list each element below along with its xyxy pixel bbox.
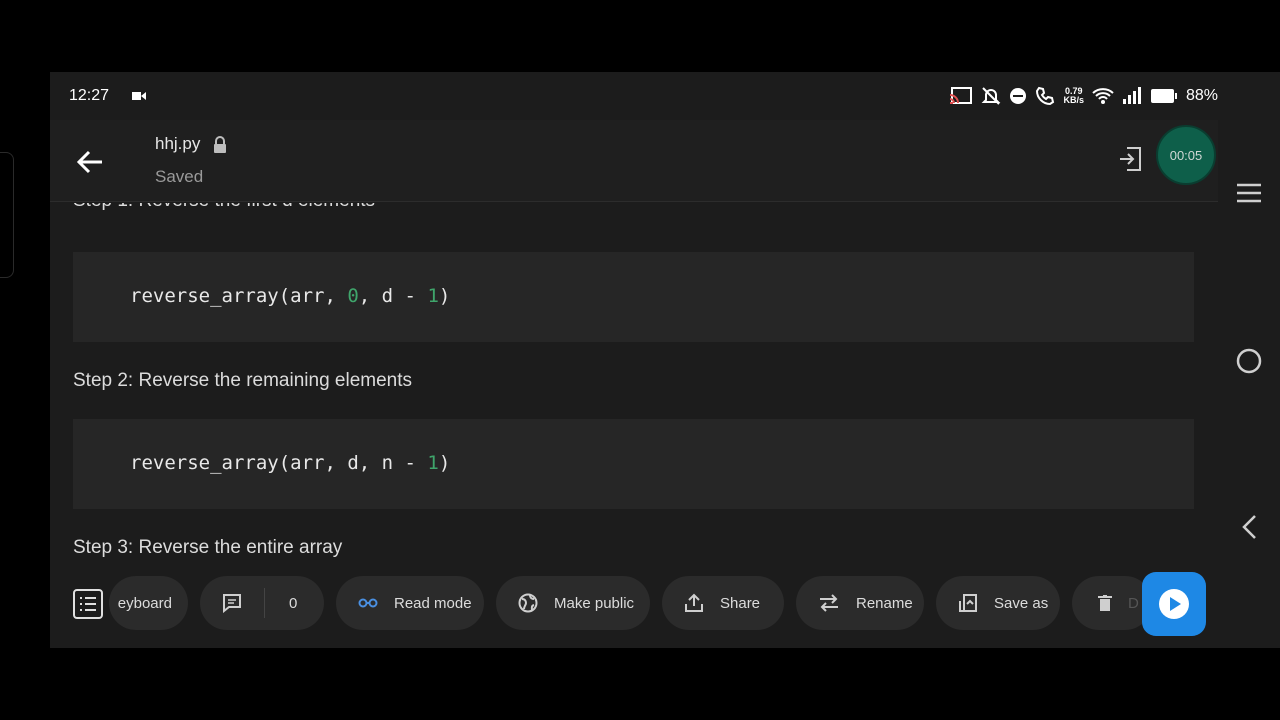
comments-button[interactable]: 0 <box>200 576 324 630</box>
rename-label: Rename <box>856 594 913 612</box>
save-as-label: Save as <box>994 594 1049 612</box>
code-number: 1 <box>427 452 439 474</box>
code-text: ) <box>438 452 451 474</box>
divider <box>264 588 265 618</box>
delete-button[interactable]: D <box>1072 576 1152 630</box>
net-speed-unit: KB/s <box>1063 95 1084 105</box>
globe-icon <box>518 593 538 613</box>
step1-heading: Step 1: Reverse the first d elements <box>73 203 375 212</box>
keyboard-label: eyboard <box>117 594 172 612</box>
save-as-button[interactable]: Save as <box>936 576 1060 630</box>
share-upload-icon <box>685 593 703 612</box>
rename-button[interactable]: Rename <box>796 576 924 630</box>
battery-percent: 88% <box>1185 87 1218 104</box>
video-record-icon <box>132 92 146 100</box>
system-nav-bar <box>1218 72 1280 648</box>
left-edge-handle <box>0 152 14 278</box>
home-circle-icon[interactable] <box>1236 348 1262 374</box>
net-speed: 0.79 KB/s <box>1063 87 1084 105</box>
trash-icon <box>1098 595 1112 611</box>
code-block: reverse_array(arr, 0, d - 1) <box>73 252 1194 342</box>
read-mode-label: Read mode <box>394 594 472 612</box>
battery-icon <box>1150 89 1177 103</box>
nav-back-icon[interactable] <box>1240 514 1258 540</box>
exit-icon[interactable] <box>1118 146 1142 172</box>
code-number: 0 <box>347 285 359 307</box>
status-bar: 12:27 0.79 KB/s 88% <box>50 72 1218 120</box>
play-icon <box>1159 589 1189 619</box>
signal-icon <box>1122 87 1141 104</box>
swap-arrows-icon <box>820 594 838 612</box>
do-not-disturb-icon <box>1010 88 1027 104</box>
code-number: 1 <box>427 285 439 307</box>
editor-header: hhj.py Saved <box>50 120 1218 202</box>
app-screen: 12:27 0.79KB/s 88% hhj.py Saved 00:05 St… <box>50 72 1280 648</box>
code-text: , d - <box>358 285 428 307</box>
save-as-icon <box>959 594 977 612</box>
make-public-label: Make public <box>554 594 635 612</box>
glasses-icon <box>358 598 378 608</box>
step2-heading: Step 2: Reverse the remaining elements <box>73 370 413 391</box>
keyboard-button[interactable]: eyboard <box>109 576 188 630</box>
step3-heading: Step 3: Reverse the entire array <box>73 537 343 558</box>
wifi-icon <box>1092 88 1114 104</box>
document-content: Step 1: Reverse the first d elements rev… <box>50 203 1218 559</box>
status-time: 12:27 <box>69 87 110 104</box>
lock-icon <box>214 136 226 153</box>
cast-icon <box>950 87 973 104</box>
share-button[interactable]: Share <box>662 576 784 630</box>
read-mode-button[interactable]: Read mode <box>336 576 484 630</box>
make-public-button[interactable]: Make public <box>496 576 650 630</box>
save-status: Saved <box>155 167 204 186</box>
comments-count: 0 <box>289 594 298 612</box>
back-arrow-icon[interactable] <box>74 146 106 178</box>
code-text: reverse_array(arr, d, n - <box>130 452 428 474</box>
code-line: reverse_array(arr, d, n - 1) <box>130 452 450 474</box>
recent-apps-icon[interactable] <box>1236 182 1262 204</box>
comment-icon <box>223 594 241 613</box>
file-name[interactable]: hhj.py <box>155 134 200 154</box>
code-text: reverse_array(arr, <box>130 285 348 307</box>
code-line: reverse_array(arr, 0, d - 1) <box>130 285 450 307</box>
run-button[interactable] <box>1142 572 1206 636</box>
bottom-toolbar: eyboard 0 Read mode Make public Share Re… <box>50 559 1218 648</box>
status-icons: 0.79 KB/s 88% <box>949 84 1218 108</box>
call-icon <box>1036 86 1055 106</box>
delete-label: D <box>1128 594 1139 612</box>
share-label: Share <box>720 594 761 612</box>
code-text: ) <box>438 285 451 307</box>
code-block: reverse_array(arr, d, n - 1) <box>73 419 1194 509</box>
recording-timer[interactable]: 00:05 <box>1156 125 1216 185</box>
mute-bell-icon <box>982 87 1001 105</box>
outline-list-icon[interactable] <box>73 589 103 619</box>
